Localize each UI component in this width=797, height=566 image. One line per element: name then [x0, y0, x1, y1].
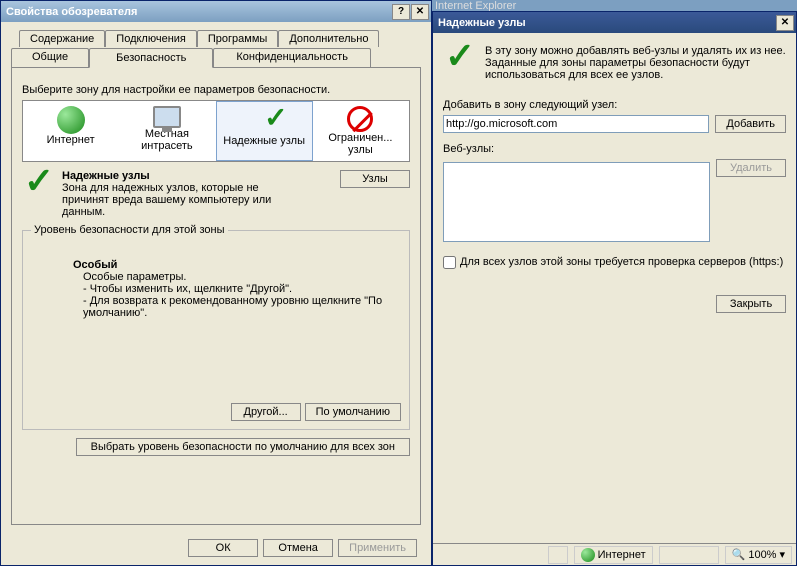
- checkmark-icon: [250, 107, 278, 135]
- status-zone[interactable]: Интернет: [574, 546, 653, 564]
- zone-trusted[interactable]: Надежные узлы: [216, 101, 313, 161]
- globe-icon: [581, 548, 595, 562]
- ie-statusbar: Интернет 🔍 100% ▾: [433, 543, 796, 565]
- globe-icon: [57, 106, 85, 134]
- https-check-label[interactable]: Для всех узлов этой зоны требуется прове…: [443, 256, 783, 268]
- tab-programs[interactable]: Программы: [197, 30, 278, 47]
- tab-advanced[interactable]: Дополнительно: [278, 30, 379, 47]
- internet-options-dialog: Свойства обозревателя ? ✕ Содержание Под…: [0, 0, 432, 566]
- status-cell: [548, 546, 568, 564]
- close-button[interactable]: ✕: [776, 15, 794, 31]
- no-icon: [347, 106, 373, 132]
- zone-big-icon: [22, 170, 58, 206]
- zone-desc: Зона для надежных узлов, которые не прич…: [62, 182, 272, 218]
- ok-button[interactable]: ОК: [188, 539, 258, 557]
- dialog-title: Свойства обозревателя: [3, 6, 391, 18]
- tab-connections[interactable]: Подключения: [105, 30, 197, 47]
- level-line1: Особые параметры.: [73, 271, 399, 283]
- apply-button[interactable]: Применить: [338, 539, 417, 557]
- reset-all-button[interactable]: Выбрать уровень безопасности по умолчани…: [76, 438, 410, 456]
- zone-intranet[interactable]: Местная интрасеть: [119, 101, 215, 161]
- close-dialog-button[interactable]: Закрыть: [716, 295, 786, 313]
- add-site-input[interactable]: [443, 115, 709, 133]
- level-name: Особый: [73, 259, 399, 271]
- titlebar: Надежные узлы ✕: [433, 12, 796, 33]
- trusted-sites-dialog: Надежные узлы ✕ В эту зону можно добавля…: [432, 11, 797, 566]
- ie-hidden-title: Internet Explorer: [435, 0, 516, 11]
- tab-privacy[interactable]: Конфиденциальность: [213, 48, 371, 67]
- add-label: Добавить в зону следующий узел:: [443, 99, 786, 111]
- tab-security[interactable]: Безопасность: [89, 48, 213, 68]
- monitor-icon: [153, 106, 181, 128]
- list-label: Веб-узлы:: [443, 143, 786, 155]
- custom-level-button[interactable]: Другой...: [231, 403, 301, 421]
- zone-title: Надежные узлы: [62, 170, 340, 182]
- sites-listbox[interactable]: [443, 162, 710, 242]
- zone-prompt: Выберите зону для настройки ее параметро…: [22, 84, 410, 96]
- https-checkbox[interactable]: [443, 256, 456, 269]
- status-zoom[interactable]: 🔍 100% ▾: [725, 546, 792, 564]
- zone-restricted[interactable]: Ограничен... узлы: [313, 101, 409, 161]
- intro-text: В эту зону можно добавлять веб-узлы и уд…: [485, 45, 786, 81]
- zone-internet[interactable]: Интернет: [23, 101, 119, 161]
- zone-list: Интернет Местная интрасеть Надежные узлы…: [22, 100, 410, 162]
- close-button[interactable]: ✕: [411, 4, 429, 20]
- status-protected: [659, 546, 719, 564]
- remove-button[interactable]: Удалить: [716, 159, 786, 177]
- level-line3: - Для возврата к рекомендованному уровню…: [73, 295, 399, 319]
- level-line2: - Чтобы изменить их, щелкните "Другой".: [73, 283, 399, 295]
- default-level-button[interactable]: По умолчанию: [305, 403, 401, 421]
- dialog-title: Надежные узлы: [435, 17, 775, 29]
- titlebar: Свойства обозревателя ? ✕: [1, 1, 431, 22]
- tab-general[interactable]: Общие: [11, 48, 89, 67]
- checkmark-icon: [443, 45, 479, 81]
- help-button[interactable]: ?: [392, 4, 410, 20]
- level-legend: Уровень безопасности для этой зоны: [31, 224, 228, 236]
- tab-content[interactable]: Содержание: [19, 30, 105, 47]
- add-button[interactable]: Добавить: [715, 115, 786, 133]
- cancel-button[interactable]: Отмена: [263, 539, 333, 557]
- sites-button[interactable]: Узлы: [340, 170, 410, 188]
